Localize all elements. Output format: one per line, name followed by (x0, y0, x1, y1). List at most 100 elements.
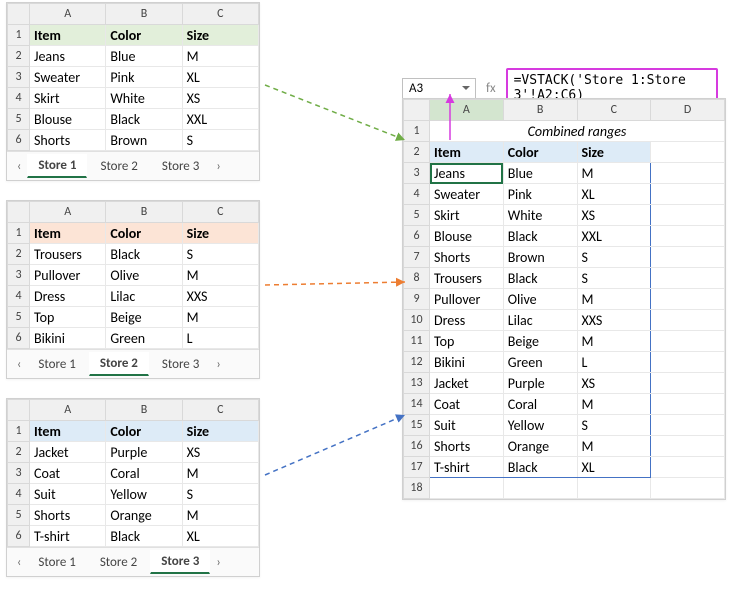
data-cell[interactable]: XS (182, 88, 258, 109)
row-header-17[interactable]: 17 (404, 457, 430, 478)
data-cell[interactable]: M (182, 505, 258, 526)
row-header-12[interactable]: 12 (404, 352, 430, 373)
data-cell[interactable]: Top (30, 307, 106, 328)
data-cell[interactable]: Blue (503, 163, 577, 184)
row-header-1[interactable]: 1 (8, 25, 30, 46)
data-cell[interactable]: XXL (182, 109, 258, 130)
empty-cell[interactable] (503, 478, 577, 499)
data-cell[interactable]: S (577, 268, 651, 289)
data-cell[interactable]: Black (106, 526, 182, 547)
data-cell[interactable]: Pullover (430, 289, 504, 310)
data-cell[interactable]: Purple (106, 442, 182, 463)
data-cell[interactable]: Skirt (430, 205, 504, 226)
row-header-1[interactable]: 1 (8, 421, 30, 442)
data-cell[interactable]: Lilac (106, 286, 182, 307)
data-cell[interactable]: Skirt (30, 88, 106, 109)
row-header-2[interactable]: 2 (8, 46, 30, 67)
empty-cell[interactable] (651, 310, 725, 331)
tab-nav-next[interactable]: › (212, 355, 224, 374)
empty-cell[interactable] (430, 478, 504, 499)
empty-cell[interactable] (651, 184, 725, 205)
header-cell[interactable]: Color (106, 223, 182, 244)
row-header-11[interactable]: 11 (404, 331, 430, 352)
data-cell[interactable]: Shorts (430, 436, 504, 457)
row-header-1[interactable]: 1 (8, 223, 30, 244)
data-cell[interactable]: Black (503, 457, 577, 478)
data-cell[interactable]: Green (106, 328, 182, 349)
data-cell[interactable]: Black (503, 268, 577, 289)
data-cell[interactable]: Yellow (503, 415, 577, 436)
data-cell[interactable]: Sweater (430, 184, 504, 205)
row-header-4[interactable]: 4 (8, 88, 30, 109)
empty-cell[interactable] (651, 415, 725, 436)
name-box[interactable]: A3 (402, 78, 476, 99)
row-header-18[interactable]: 18 (404, 478, 430, 499)
empty-cell[interactable] (651, 289, 725, 310)
row-header-4[interactable]: 4 (8, 286, 30, 307)
data-cell[interactable]: M (182, 307, 258, 328)
column-header-C[interactable]: C (182, 400, 258, 421)
data-cell[interactable]: XS (577, 373, 651, 394)
data-cell[interactable]: Bikini (30, 328, 106, 349)
column-header-A[interactable]: A (30, 4, 106, 25)
data-cell[interactable]: M (182, 46, 258, 67)
data-cell[interactable]: S (182, 130, 258, 151)
data-cell[interactable]: Bikini (430, 352, 504, 373)
data-cell[interactable]: M (577, 331, 651, 352)
tab-nav-prev[interactable]: ‹ (13, 157, 25, 176)
sheet-tab-store 1[interactable]: Store 1 (27, 353, 86, 376)
sheet-tab-store 1[interactable]: Store 1 (27, 551, 86, 574)
data-cell[interactable]: Trousers (430, 268, 504, 289)
row-header-6[interactable]: 6 (8, 130, 30, 151)
tab-nav-next[interactable]: › (212, 553, 224, 572)
data-cell[interactable]: Beige (503, 331, 577, 352)
data-cell[interactable]: Jacket (430, 373, 504, 394)
column-header-D[interactable]: D (651, 100, 725, 121)
header-cell[interactable]: Color (106, 421, 182, 442)
data-cell[interactable]: S (577, 415, 651, 436)
select-all[interactable] (8, 400, 30, 421)
data-cell[interactable]: XXL (577, 226, 651, 247)
column-header-B[interactable]: B (503, 100, 577, 121)
select-all[interactable] (8, 4, 30, 25)
tab-nav-prev[interactable]: ‹ (13, 553, 25, 572)
data-cell[interactable]: Suit (30, 484, 106, 505)
row-header-14[interactable]: 14 (404, 394, 430, 415)
data-cell[interactable]: XL (577, 457, 651, 478)
header-cell[interactable]: Color (106, 25, 182, 46)
header-cell[interactable]: Color (503, 142, 577, 163)
row-header-10[interactable]: 10 (404, 310, 430, 331)
empty-cell[interactable] (651, 163, 725, 184)
data-cell[interactable]: Trousers (30, 244, 106, 265)
data-cell[interactable]: Jeans (30, 46, 106, 67)
data-cell[interactable]: Shorts (30, 130, 106, 151)
column-header-C[interactable]: C (182, 202, 258, 223)
header-cell[interactable]: Size (182, 25, 258, 46)
data-cell[interactable]: M (182, 463, 258, 484)
data-cell[interactable]: Sweater (30, 67, 106, 88)
header-cell[interactable]: Size (182, 223, 258, 244)
column-header-A[interactable]: A (30, 202, 106, 223)
column-header-A[interactable]: A (430, 100, 504, 121)
data-cell[interactable]: Coral (106, 463, 182, 484)
empty-cell[interactable] (651, 436, 725, 457)
sheet-tab-store 2[interactable]: Store 2 (89, 551, 148, 574)
data-cell[interactable]: M (577, 289, 651, 310)
data-cell[interactable]: M (182, 265, 258, 286)
data-cell[interactable]: M (577, 163, 651, 184)
data-cell[interactable]: Olive (503, 289, 577, 310)
sheet-tab-store 2[interactable]: Store 2 (89, 155, 148, 178)
title-cell[interactable]: Combined ranges (430, 121, 725, 142)
row-header-1[interactable]: 1 (404, 121, 430, 142)
data-cell[interactable]: Pink (503, 184, 577, 205)
data-cell[interactable]: M (577, 394, 651, 415)
data-cell[interactable]: Yellow (106, 484, 182, 505)
data-cell[interactable]: M (577, 436, 651, 457)
row-header-5[interactable]: 5 (8, 307, 30, 328)
data-cell[interactable]: Black (106, 109, 182, 130)
row-header-15[interactable]: 15 (404, 415, 430, 436)
row-header-3[interactable]: 3 (8, 265, 30, 286)
row-header-3[interactable]: 3 (404, 163, 430, 184)
data-cell[interactable]: Brown (106, 130, 182, 151)
data-cell[interactable]: Lilac (503, 310, 577, 331)
